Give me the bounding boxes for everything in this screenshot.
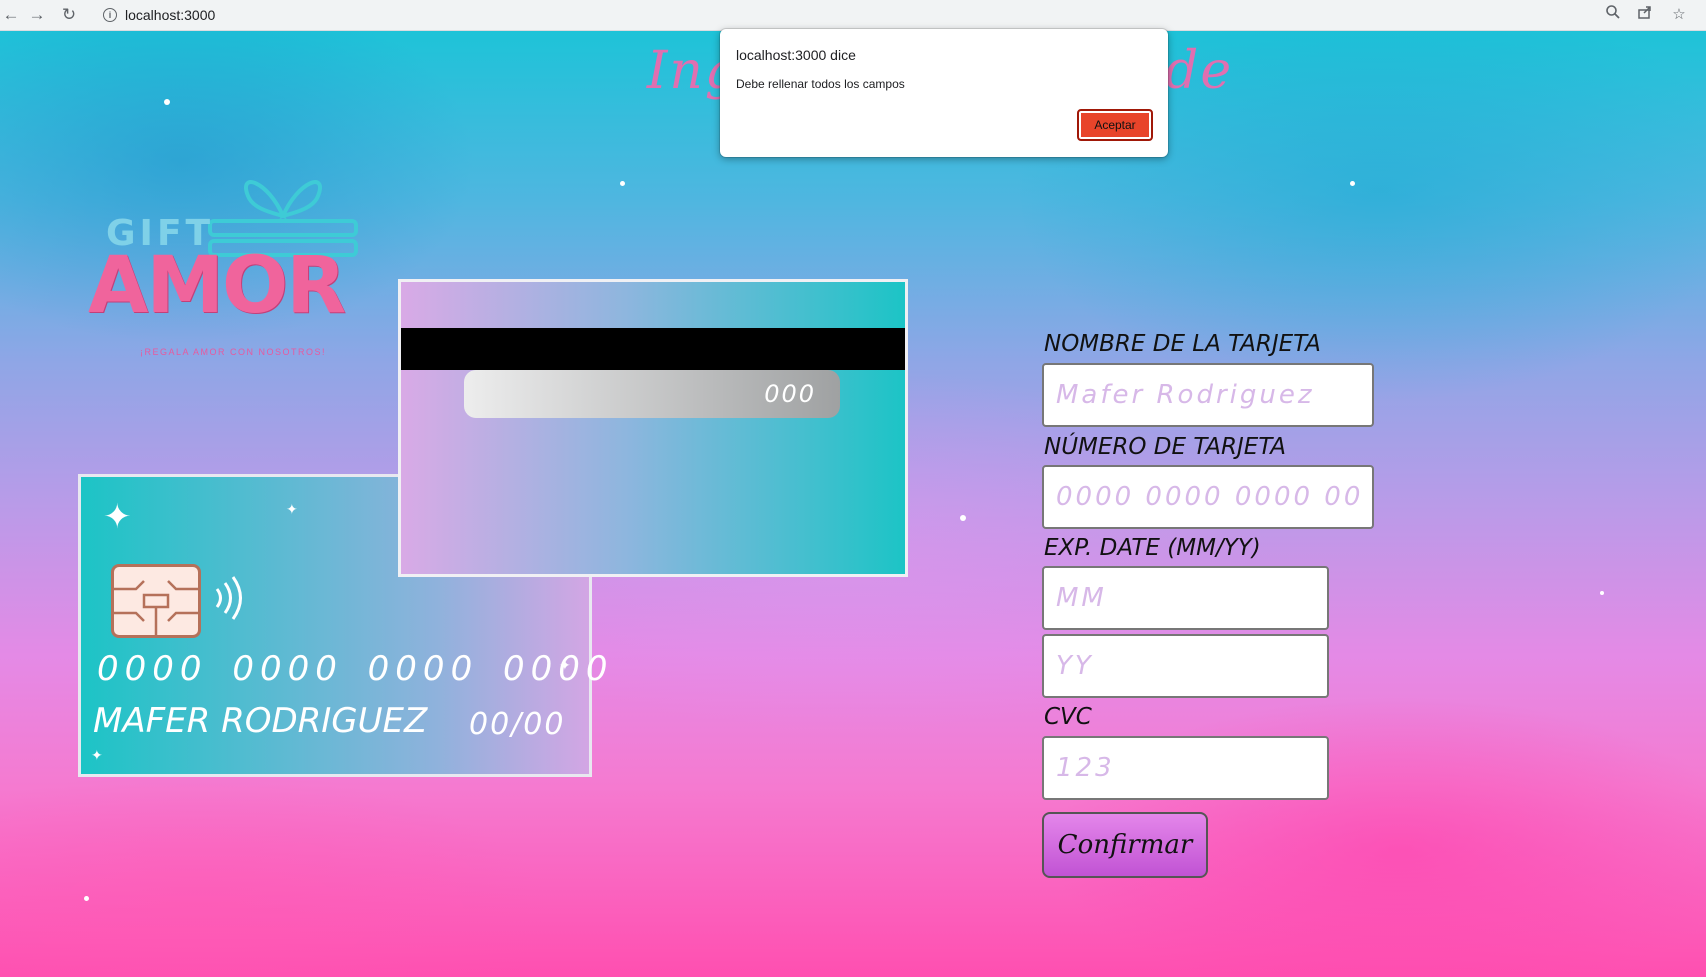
card-front-name: MAFER RODRIGUEZ [93,701,428,741]
alert-dialog: localhost:3000 dice Debe rellenar todos … [720,29,1168,157]
bookmark-star-icon[interactable]: ☆ [1668,4,1690,26]
logo-amor-text: AMOR [88,241,346,331]
confirm-button[interactable]: Confirmar [1042,812,1208,878]
reload-icon[interactable]: ↻ [58,4,80,26]
cardholder-name-input[interactable] [1042,363,1374,427]
forward-icon[interactable]: → [26,4,48,26]
logo-tagline: ¡REGALA AMOR CON NOSOTROS! [140,347,327,357]
card-back: 000 [398,279,908,577]
sparkle-icon: ✦ [286,501,298,517]
url-text[interactable]: localhost:3000 [125,7,215,23]
accept-button[interactable]: Aceptar [1077,109,1153,141]
dialog-message: Debe rellenar todos los campos [736,77,905,91]
star-decoration [620,181,625,186]
star-decoration [1600,591,1604,595]
name-label: NOMBRE DE LA TARJETA [1044,331,1321,357]
sparkle-icon: ✦ [103,498,132,536]
address-bar[interactable]: i localhost:3000 [95,2,1655,28]
exp-month-input[interactable] [1042,566,1329,630]
star-decoration [960,515,966,521]
star-decoration [1350,181,1355,186]
exp-year-input[interactable] [1042,634,1329,698]
star-decoration [84,896,89,901]
exp-date-label: EXP. DATE (MM/YY) [1044,535,1261,561]
magnetic-stripe [401,328,905,370]
card-front-expiry: 00/00 [469,707,566,742]
card-number-input[interactable] [1042,465,1374,529]
card-back-cvc: 000 [764,380,816,408]
back-icon[interactable]: ← [0,4,22,26]
page-background: Ingresa tu tarjeta de credito GIFT AMOR … [0,31,1706,977]
info-icon[interactable]: i [103,8,117,22]
cvc-input[interactable] [1042,736,1329,800]
gift-amor-logo: GIFT AMOR ¡REGALA AMOR CON NOSOTROS! [88,161,378,361]
card-front-number: 0000 0000 0000 0000 [97,649,614,689]
signature-strip: 000 [464,370,840,418]
dialog-title: localhost:3000 dice [736,47,856,63]
number-label: NÚMERO DE TARJETA [1044,434,1287,460]
contactless-icon [215,576,242,620]
star-decoration [164,99,170,105]
cvc-label: CVC [1044,704,1092,730]
sparkle-icon: ✦ [91,747,103,763]
share-icon[interactable] [1634,4,1656,26]
browser-toolbar: ← → ↻ i localhost:3000 ☆ [0,0,1706,31]
chip-icon [111,564,201,638]
zoom-icon[interactable] [1602,4,1624,26]
